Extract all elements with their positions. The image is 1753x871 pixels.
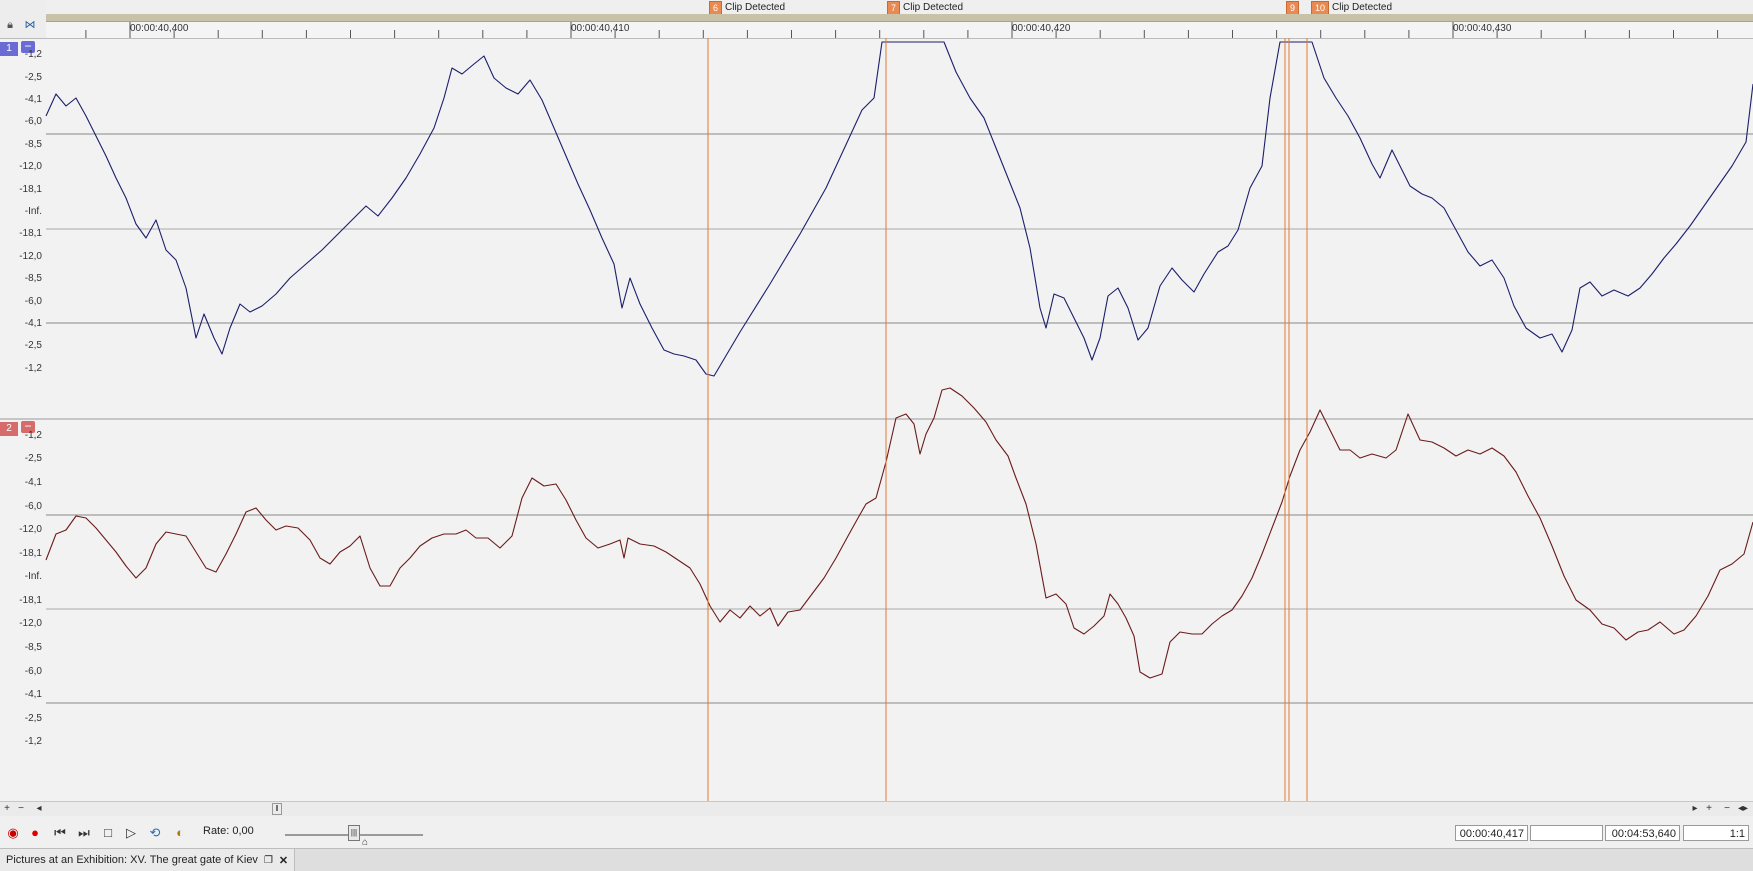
db-scale-label: -1,2	[24, 736, 42, 748]
db-scale-label: -12,0	[19, 618, 42, 630]
track-header-corner: 🔒︎ ⋈	[0, 0, 47, 39]
rate-slider-thumb[interactable]: |||	[348, 825, 360, 841]
marker-number: 9	[1286, 0, 1300, 15]
db-scale-label: -12,0	[19, 524, 42, 536]
total-length-field[interactable]: 00:04:53,640	[1605, 825, 1680, 841]
marker-label: Clip Detected	[903, 1, 964, 13]
waveform-channel-2	[45, 387, 1753, 679]
marker-label: Clip Detected	[725, 1, 786, 13]
marker-number: 7	[887, 0, 901, 15]
marker-number: 6	[709, 0, 723, 15]
db-scale-label: -6,0	[24, 500, 42, 512]
rate-reset-icon[interactable]: ⌂	[362, 837, 368, 848]
marker-strip	[46, 14, 1753, 22]
ruler-label: 00:00:40,410	[571, 23, 630, 34]
ruler-label: 00:00:40,420	[1012, 23, 1071, 34]
db-scale-label: -8,5	[24, 641, 42, 653]
db-scale-label: -1,2	[24, 362, 42, 374]
close-icon[interactable]: ✕	[279, 854, 288, 867]
horizontal-scrollbar[interactable]: + − ◂ ‖ ▸ + − ◂▸	[0, 801, 1753, 817]
document-tab-bar: Pictures at an Exhibition: XV. The great…	[0, 848, 1753, 871]
ruler-label: 00:00:40,400	[130, 23, 189, 34]
zoom-in-horizontal-icon[interactable]: +	[1702, 802, 1716, 816]
transport-bar: ◉ ● ⏮ ⏭ □ ▷ ⟲ ◐ Rate: 0,00 ||| ⌂ 00:00:4…	[0, 816, 1753, 848]
db-scale-label: -6,0	[24, 116, 42, 128]
marker-label: Clip Detected	[1332, 1, 1393, 13]
lock-icon[interactable]: 🔒︎	[2, 18, 18, 32]
db-scale-label: -18,1	[19, 183, 42, 195]
marker-6[interactable]: 6 Clip Detected	[709, 0, 786, 15]
go-to-end-icon[interactable]: ⏭	[75, 824, 93, 842]
db-scale-label: -18,1	[19, 547, 42, 559]
waveform-channel-1	[45, 41, 1753, 377]
db-scale-label: -2,5	[24, 71, 42, 83]
db-scale-label: -1,2	[24, 49, 42, 61]
db-scale-label: -Inf.	[24, 206, 42, 217]
scroll-thumb[interactable]: ‖	[272, 803, 282, 815]
document-tab[interactable]: Pictures at an Exhibition: XV. The great…	[0, 849, 296, 871]
db-scale-label: -2,5	[24, 340, 42, 352]
marker-bar: 6 Clip Detected 7 Clip Detected 9 10 Cli…	[46, 0, 1753, 15]
rate-label: Rate: 0,00	[203, 825, 254, 837]
marker-number: 10	[1311, 0, 1330, 15]
time-ruler[interactable]: 00:00:40,400 00:00:40,410 00:00:40,420 0…	[46, 22, 1753, 39]
db-scale-label: -2,5	[24, 453, 42, 465]
zoom-in-vertical-icon[interactable]: +	[0, 802, 14, 816]
ruler-label: 00:00:40,430	[1453, 23, 1512, 34]
db-scale-label: -2,5	[24, 712, 42, 724]
loop-icon[interactable]: ⟲	[146, 824, 164, 842]
scrub-icon[interactable]: ◐	[171, 824, 189, 842]
snap-icon[interactable]: ⋈	[22, 18, 38, 32]
marker-10[interactable]: 10 Clip Detected	[1311, 0, 1393, 15]
cursor-position-field[interactable]: 00:00:40,417	[1455, 825, 1528, 841]
db-scale-label: -6,0	[24, 665, 42, 677]
record-icon[interactable]: ●	[26, 824, 44, 842]
db-scale-label: -6,0	[24, 295, 42, 307]
zoom-level-field[interactable]: 1:1	[1683, 825, 1749, 841]
db-scale-label: -8,5	[24, 138, 42, 150]
waveform-canvas	[0, 38, 1753, 801]
db-scale-label: -4,1	[24, 476, 42, 488]
db-scale-label: -1,2	[24, 429, 42, 441]
db-scale-label: -4,1	[24, 689, 42, 701]
scroll-right-icon[interactable]: ▸	[1688, 802, 1702, 816]
zoom-out-horizontal-icon[interactable]: −	[1720, 802, 1734, 816]
selection-length-field[interactable]	[1530, 825, 1603, 841]
db-scale-label: -18,1	[19, 228, 42, 240]
db-scale-label: -Inf.	[24, 571, 42, 583]
marker-9[interactable]: 9	[1286, 0, 1302, 15]
db-scale-label: -4,1	[24, 318, 42, 329]
waveform-area[interactable]: 1 − 2 − -1,2 -2,5 -4,1 -6,0 -8,5 -12,0 -18,1 -I…	[0, 38, 1753, 801]
record-arm-icon[interactable]: ◉	[4, 824, 22, 842]
stop-icon[interactable]: □	[99, 824, 117, 842]
db-scale-label: -12,0	[19, 161, 42, 173]
restore-icon[interactable]: ❐	[264, 855, 273, 866]
db-scale-label: -12,0	[19, 250, 42, 262]
go-to-start-icon[interactable]: ⏮	[51, 824, 69, 842]
db-scale-label: -4,1	[24, 94, 42, 105]
marker-7[interactable]: 7 Clip Detected	[887, 0, 964, 15]
scroll-left-icon[interactable]: ◂	[32, 802, 46, 816]
db-scale-label: -8,5	[24, 273, 42, 285]
zoom-fit-icon[interactable]: ◂▸	[1736, 802, 1750, 816]
document-title: Pictures at an Exhibition: XV. The great…	[6, 854, 258, 866]
play-icon[interactable]: ▷	[122, 824, 140, 842]
db-scale-label: -18,1	[19, 594, 42, 606]
zoom-out-vertical-icon[interactable]: −	[14, 802, 28, 816]
